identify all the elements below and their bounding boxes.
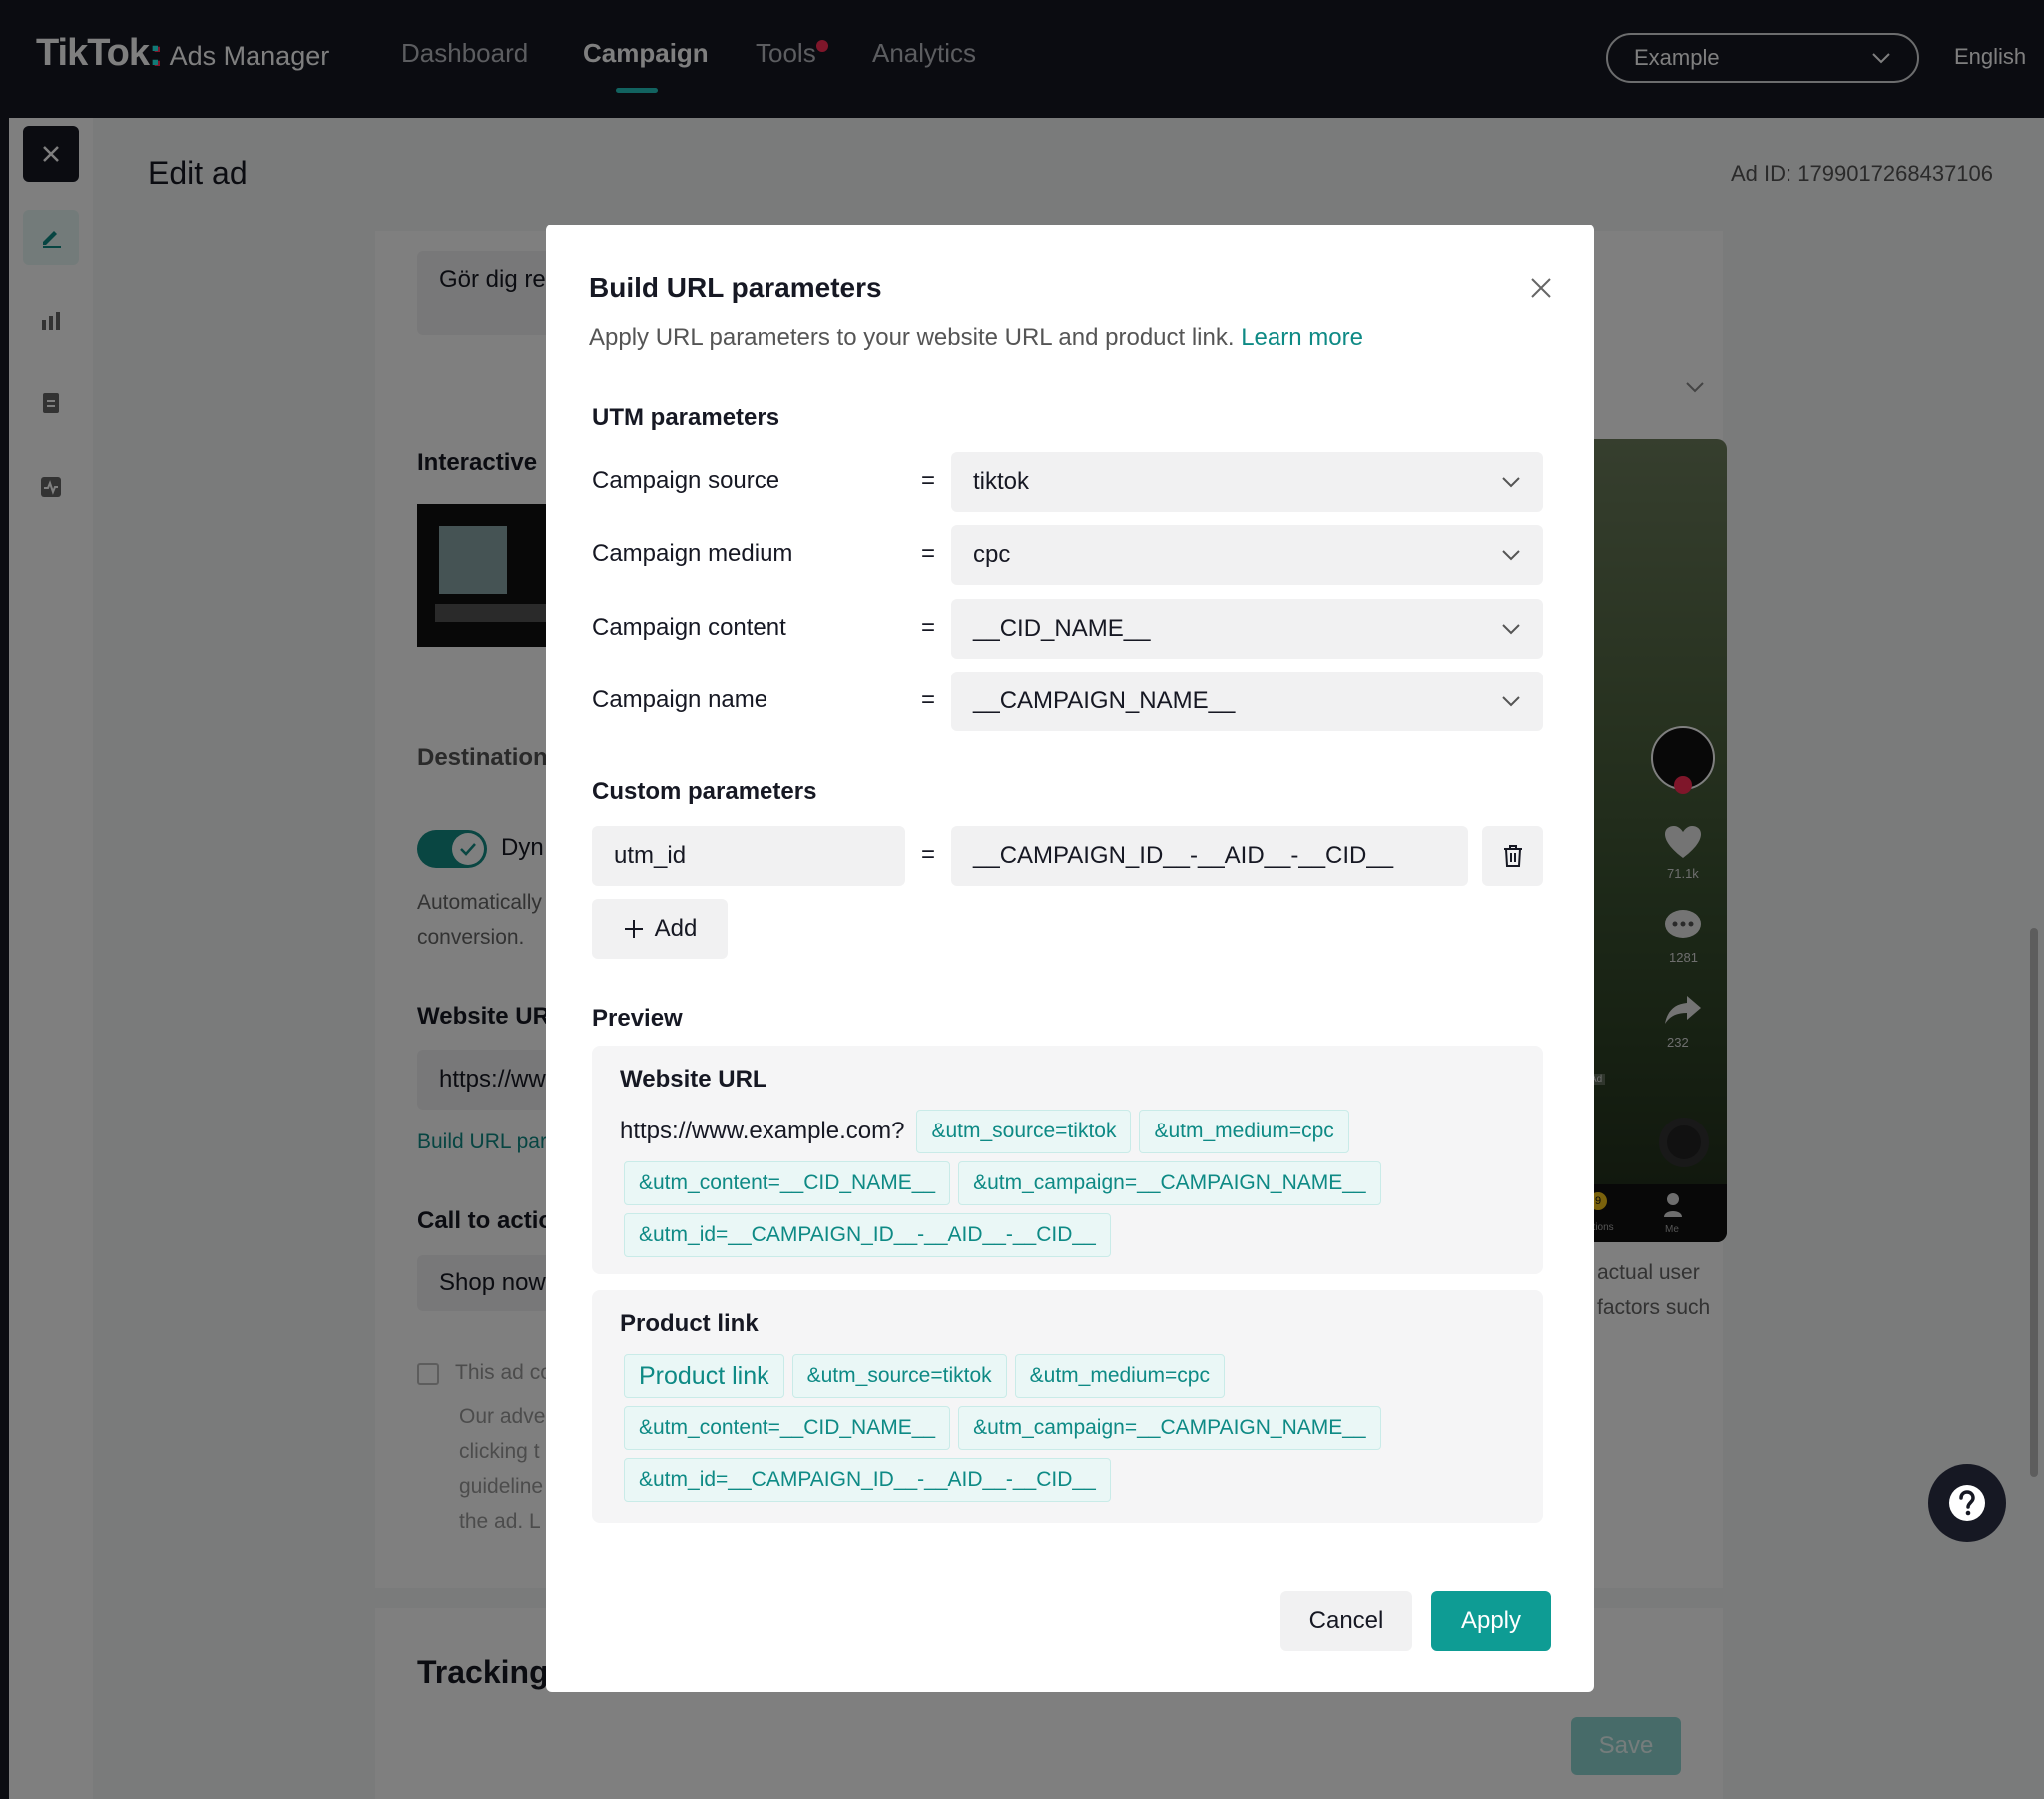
website-url-preview-row2: &utm_content=__CID_NAME__ &utm_campaign=… (624, 1161, 1381, 1205)
learn-more-link[interactable]: Learn more (1241, 324, 1363, 351)
custom-parameter-value-input[interactable]: __CAMPAIGN_ID__-__AID__-__CID__ (951, 826, 1468, 886)
add-parameter-label: Add (654, 915, 698, 942)
equals-sign: = (921, 467, 936, 494)
plus-icon (624, 920, 643, 938)
website-url-preview-row3: &utm_id=__CAMPAIGN_ID__-__AID__-__CID__ (624, 1213, 1111, 1257)
dialog-title: Build URL parameters (589, 272, 882, 303)
equals-sign: = (921, 686, 936, 713)
campaign-medium-value: cpc (973, 541, 1011, 568)
trash-icon (1503, 845, 1522, 867)
dialog-close-button[interactable] (1523, 270, 1559, 306)
utm-medium-chip: &utm_medium=cpc (1014, 1354, 1225, 1398)
product-link-preview: Product link Product link &utm_source=ti… (592, 1290, 1543, 1523)
equals-sign: = (921, 614, 936, 641)
question-mark-icon (1949, 1485, 1985, 1521)
product-link-preview-row2: &utm_content=__CID_NAME__ &utm_campaign=… (624, 1406, 1381, 1450)
product-link-base-chip: Product link (624, 1354, 784, 1398)
campaign-content-select[interactable]: __CID_NAME__ (951, 599, 1543, 659)
utm-id-chip: &utm_id=__CAMPAIGN_ID__-__AID__-__CID__ (624, 1213, 1111, 1257)
custom-parameters-heading: Custom parameters (592, 778, 817, 805)
campaign-source-select[interactable]: tiktok (951, 452, 1543, 512)
utm-parameters-heading: UTM parameters (592, 404, 780, 431)
product-link-preview-title: Product link (620, 1310, 759, 1337)
utm-medium-chip: &utm_medium=cpc (1139, 1110, 1349, 1153)
chevron-down-icon (1502, 624, 1520, 635)
build-url-parameters-dialog: Build URL parameters Apply URL parameter… (546, 225, 1594, 1692)
campaign-name-value: __CAMPAIGN_NAME__ (973, 687, 1236, 714)
equals-sign: = (921, 540, 936, 567)
website-url-base: https://www.example.com? (620, 1118, 905, 1144)
campaign-name-label: Campaign name (592, 686, 768, 713)
utm-campaign-chip: &utm_campaign=__CAMPAIGN_NAME__ (958, 1406, 1381, 1450)
campaign-medium-label: Campaign medium (592, 540, 793, 567)
apply-button[interactable]: Apply (1431, 1591, 1551, 1651)
chevron-down-icon (1502, 477, 1520, 488)
chevron-down-icon (1502, 696, 1520, 707)
website-url-preview: Website URL https://www.example.com? &ut… (592, 1046, 1543, 1274)
cancel-button[interactable]: Cancel (1280, 1591, 1412, 1651)
utm-content-chip: &utm_content=__CID_NAME__ (624, 1406, 951, 1450)
website-url-preview-row1: https://www.example.com? &utm_source=tik… (620, 1110, 1349, 1153)
utm-source-chip: &utm_source=tiktok (916, 1110, 1132, 1153)
dialog-description: Apply URL parameters to your website URL… (589, 324, 1363, 352)
campaign-source-label: Campaign source (592, 467, 780, 494)
preview-heading: Preview (592, 1005, 683, 1032)
chevron-down-icon (1502, 550, 1520, 561)
campaign-name-select[interactable]: __CAMPAIGN_NAME__ (951, 672, 1543, 731)
utm-source-chip: &utm_source=tiktok (791, 1354, 1007, 1398)
campaign-content-label: Campaign content (592, 614, 786, 641)
website-url-preview-title: Website URL (620, 1066, 767, 1093)
campaign-source-value: tiktok (973, 468, 1030, 495)
utm-campaign-chip: &utm_campaign=__CAMPAIGN_NAME__ (958, 1161, 1381, 1205)
close-icon (1531, 278, 1551, 298)
product-link-preview-row3: &utm_id=__CAMPAIGN_ID__-__AID__-__CID__ (624, 1458, 1111, 1502)
custom-parameter-key-input[interactable]: utm_id (592, 826, 905, 886)
add-parameter-button[interactable]: Add (592, 899, 728, 959)
dialog-description-text: Apply URL parameters to your website URL… (589, 324, 1235, 351)
campaign-medium-select[interactable]: cpc (951, 525, 1543, 585)
campaign-content-value: __CID_NAME__ (973, 615, 1151, 642)
utm-id-chip: &utm_id=__CAMPAIGN_ID__-__AID__-__CID__ (624, 1458, 1111, 1502)
help-button[interactable] (1928, 1464, 2006, 1542)
product-link-preview-row1: Product link &utm_source=tiktok &utm_med… (624, 1354, 1225, 1398)
delete-parameter-button[interactable] (1482, 826, 1543, 886)
utm-content-chip: &utm_content=__CID_NAME__ (624, 1161, 951, 1205)
equals-sign: = (921, 841, 936, 868)
